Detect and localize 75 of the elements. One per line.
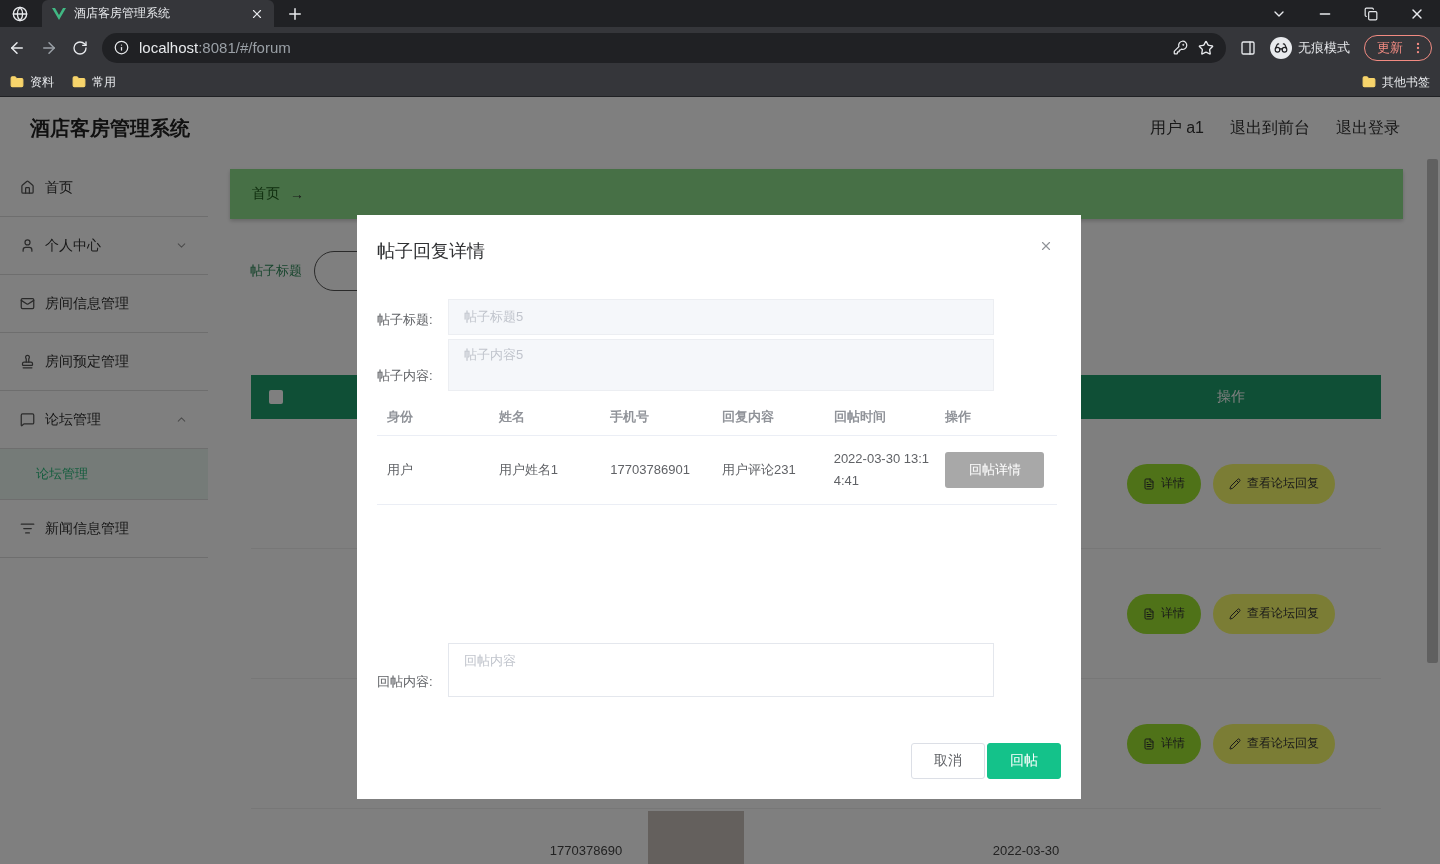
sidebar-item[interactable]: 房间预定管理 [0,333,208,391]
table-cell-text: 用户评论231 [722,461,797,479]
address-field[interactable]: localhost:8081/#/forum [102,32,1226,63]
url-text: localhost:8081/#/forum [139,39,292,56]
header-link[interactable]: 用户 a1 [1149,117,1204,139]
close-button[interactable] [1039,239,1053,253]
bookmark-link[interactable]: 常用 [92,73,116,91]
column-header: 手机号 [610,408,651,426]
folder-icon [1362,75,1376,89]
header-link[interactable]: 退出到前台 [1230,117,1310,139]
globe-icon[interactable] [12,5,28,22]
header-link[interactable]: 退出登录 [1336,117,1400,139]
field-label: 回帖内容: [377,673,434,691]
select-all-checkbox[interactable] [269,390,283,404]
restore-icon[interactable] [1364,6,1378,21]
sidebar-item[interactable]: 首页 [0,159,208,217]
home-icon [20,180,35,195]
mail-icon [20,296,35,311]
document-icon [1143,607,1155,620]
star-icon[interactable] [1198,39,1214,56]
table-cell-text: 17703786901 [610,461,691,479]
incognito-label: 无痕模式 [1298,38,1350,57]
info-icon[interactable] [114,40,129,55]
app-title: 酒店客房管理系统 [30,115,191,141]
bookmark-link[interactable]: 其他书签 [1382,73,1430,91]
scrollbar-thumb[interactable] [1427,159,1438,663]
field-label: 帖子内容: [377,367,434,385]
column-header: 回帖时间 [833,408,887,426]
dialog-title: 帖子回复详情 [377,240,486,263]
details-button[interactable]: 详情 [1127,593,1201,634]
pencil-icon [1229,737,1241,750]
document-icon [1143,477,1155,490]
bookmark-link[interactable]: 资料 [30,73,54,91]
pencil-icon [1229,607,1241,620]
incognito-icon[interactable] [1270,36,1292,59]
column-header: 回复内容 [722,408,775,426]
table-cell-text: 2022-03-30 [991,843,1061,858]
breadcrumb-link[interactable]: 首页 [252,185,280,203]
reload-icon[interactable] [72,39,88,56]
column-header: 身份 [387,408,414,426]
v-logo-icon [52,7,66,20]
table-cell-text: 用户姓名1 [498,461,559,479]
view-replies-button[interactable]: 查看论坛回复 [1213,593,1335,634]
close-icon [1039,239,1053,253]
table-cell-text: 用户 [387,461,414,479]
pencil-icon [1229,477,1241,490]
sidebar-item[interactable]: 个人中心 [0,217,208,275]
view-replies-button[interactable]: 查看论坛回复 [1213,723,1335,764]
side-panel-icon[interactable] [1240,39,1256,56]
breadcrumb-separator: → [290,186,304,202]
sidebar-item[interactable]: 新闻信息管理 [0,500,208,558]
reply-details-button[interactable]: 回帖详情 [945,452,1045,488]
reply-button[interactable]: 回帖 [987,743,1061,779]
field-label: 帖子标题: [377,311,434,329]
folder-icon [10,75,24,89]
table-cell-text: 1770378690 [548,843,624,858]
sidebar-item[interactable]: 房间信息管理 [0,275,208,333]
tab-title: 酒店客房管理系统 [74,5,171,22]
filter-list-icon [20,521,35,536]
user-icon [20,238,35,253]
browser-tab[interactable]: 酒店客房管理系统 [42,0,274,27]
table-cell-text: 2022-03-30 13:14:41 [833,450,931,490]
column-header: 操作 [1216,388,1246,406]
stamp-icon [20,354,35,369]
cancel-button[interactable]: 取消 [911,743,985,779]
details-button[interactable]: 详情 [1127,463,1201,504]
document-icon [1143,737,1155,750]
details-button[interactable]: 详情 [1127,723,1201,764]
column-header: 操作 [945,408,973,426]
column-header: 姓名 [498,408,526,426]
folder-icon [72,75,86,89]
view-replies-button[interactable]: 查看论坛回复 [1213,463,1335,504]
chat-icon [20,412,35,427]
search-label: 帖子标题 [250,262,302,280]
key-icon[interactable] [1173,40,1188,55]
